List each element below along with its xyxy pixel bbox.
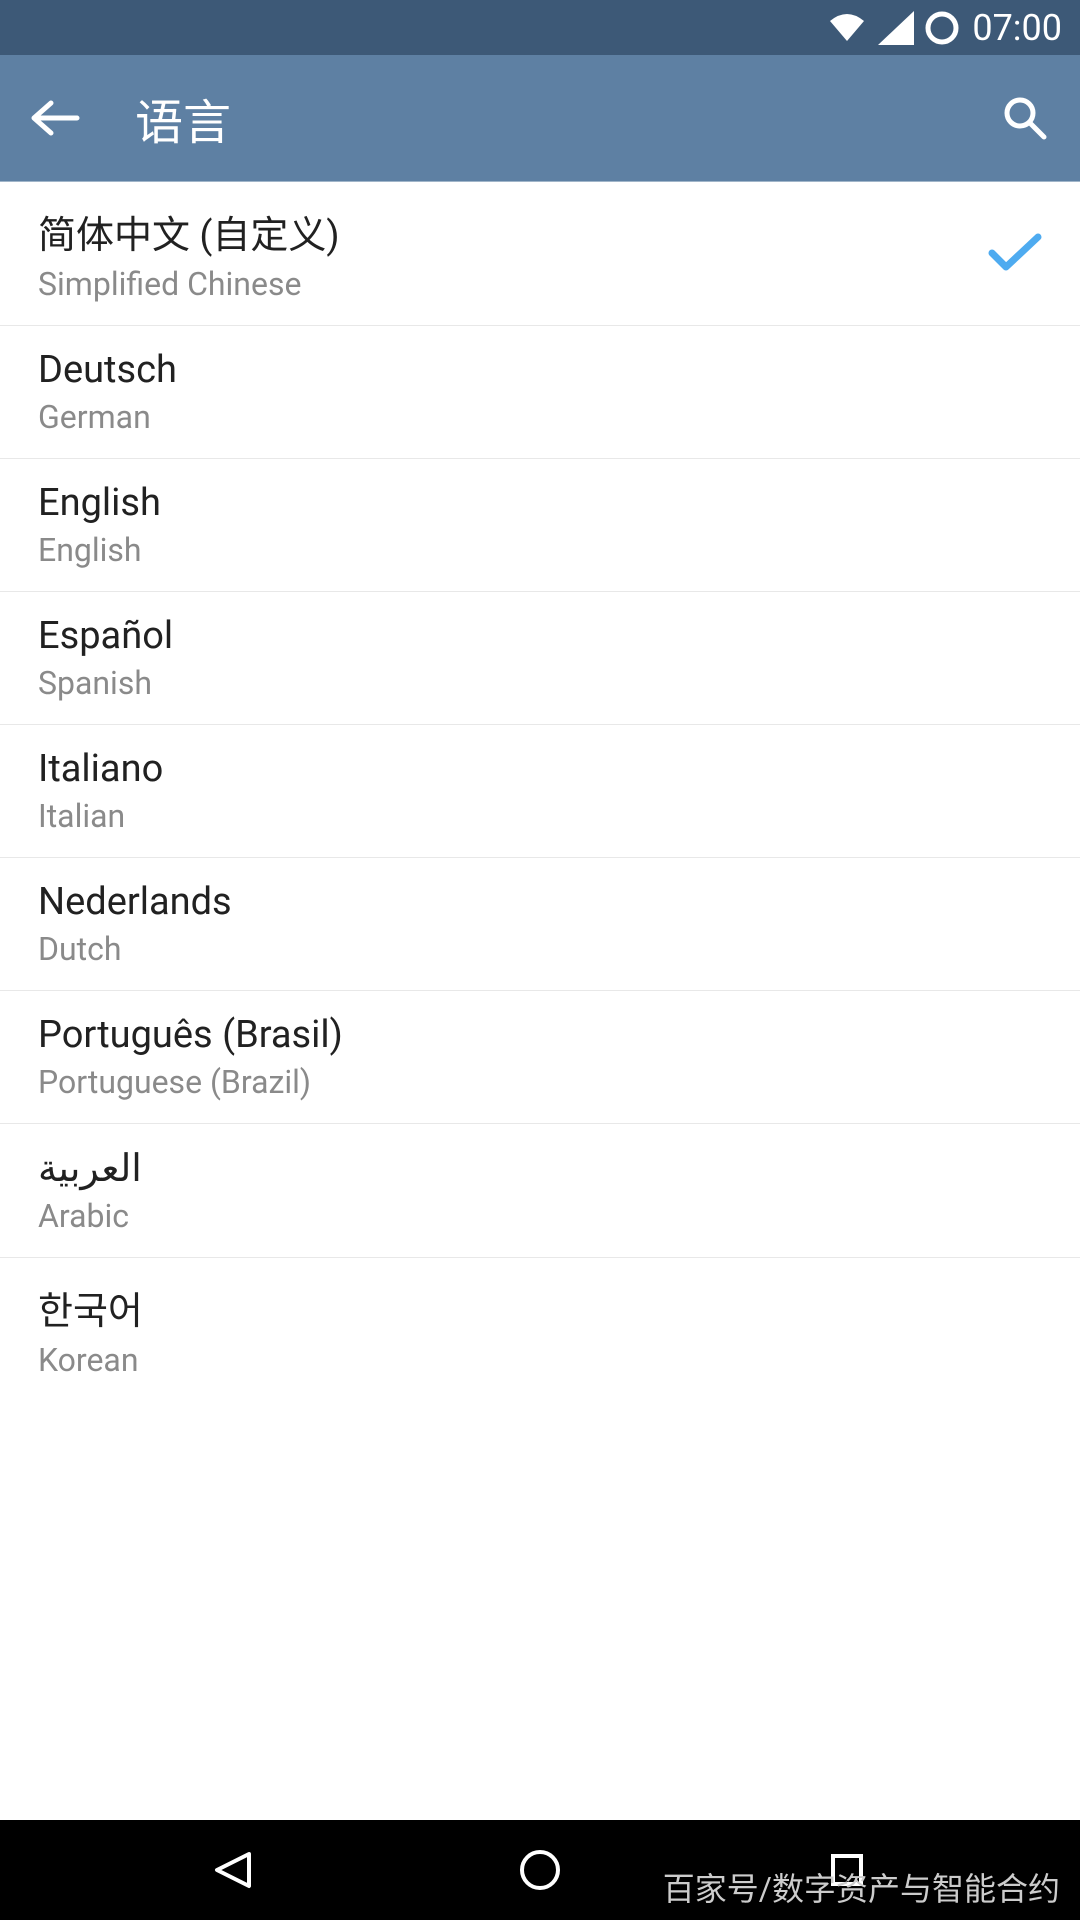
language-native-name: English [38,481,1042,525]
circle-icon [924,10,960,46]
list-item[interactable]: English English [0,459,1080,592]
nav-back-button[interactable] [203,1840,263,1900]
watermark: 百家号/数字资产与智能合约 [663,1864,1060,1910]
check-icon [988,231,1042,277]
language-native-name: Italiano [38,747,1042,791]
language-native-name: Español [38,614,1042,658]
list-item[interactable]: Nederlands Dutch [0,858,1080,991]
back-button[interactable] [25,88,85,148]
language-english-name: Arabic [38,1197,1042,1235]
language-list[interactable]: 简体中文 (自定义) Simplified Chinese Deutsch Ge… [0,182,1080,1401]
search-button[interactable] [995,88,1055,148]
language-english-name: Italian [38,797,1042,835]
status-icons [826,10,960,46]
language-native-name: Deutsch [38,348,1042,392]
language-english-name: English [38,531,1042,569]
triangle-back-icon [209,1846,257,1894]
language-english-name: Spanish [38,664,1042,702]
circle-home-icon [516,1846,564,1894]
app-bar: 语言 [0,55,1080,182]
cellular-icon [878,11,914,45]
list-item[interactable]: العربية Arabic [0,1124,1080,1258]
language-english-name: German [38,398,1042,436]
language-english-name: Dutch [38,930,1042,968]
list-item[interactable]: Português (Brasil) Portuguese (Brazil) [0,991,1080,1124]
list-item[interactable]: Español Spanish [0,592,1080,725]
list-item[interactable]: Deutsch German [0,326,1080,459]
language-native-name: Nederlands [38,880,1042,924]
language-english-name: Simplified Chinese [38,265,1042,303]
status-time: 07:00 [972,7,1062,49]
list-item[interactable]: Italiano Italian [0,725,1080,858]
language-native-name: 한국어 [38,1280,1042,1335]
list-item[interactable]: 简体中文 (自定义) Simplified Chinese [0,182,1080,326]
nav-home-button[interactable] [510,1840,570,1900]
search-icon [1002,95,1048,141]
status-bar: 07:00 [0,0,1080,55]
wifi-icon [826,11,868,45]
language-native-name: العربية [38,1146,1042,1191]
language-english-name: Portuguese (Brazil) [38,1063,1042,1101]
page-title: 语言 [135,83,995,153]
list-item[interactable]: 한국어 Korean [0,1258,1080,1401]
arrow-left-icon [29,98,81,138]
language-english-name: Korean [38,1341,1042,1379]
language-native-name: 简体中文 (自定义) [38,204,1042,259]
content-area: 简体中文 (自定义) Simplified Chinese Deutsch Ge… [0,182,1080,1820]
language-native-name: Português (Brasil) [38,1013,1042,1057]
